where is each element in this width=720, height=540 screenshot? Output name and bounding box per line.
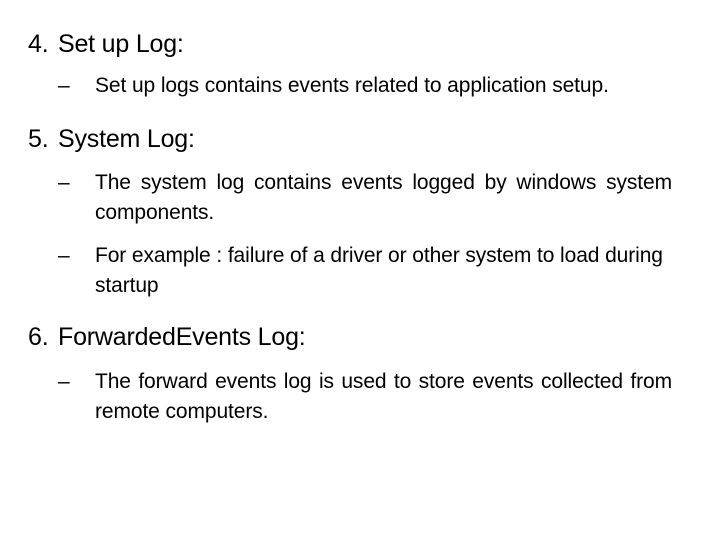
list-heading-text-6: ForwardedEvents Log: (58, 323, 306, 352)
list-number-5: 5. (28, 124, 49, 153)
sub-bullet-text-5-1: The system log contains events logged by… (95, 170, 672, 224)
sub-bullet-5-2: – For example : failure of a driver or o… (0, 241, 720, 301)
sub-bullet-5-1: – The system log contains events logged … (0, 168, 720, 228)
sub-bullet-4-1: – Set up logs contains events related to… (0, 71, 720, 101)
list-item-heading-4: 4. Set up Log: (0, 30, 720, 58)
sub-bullet-text-4-1: Set up logs contains events related to a… (95, 74, 609, 97)
dash-bullet-icon: – (58, 170, 70, 194)
list-number-6: 6. (28, 323, 49, 352)
list-heading-text-5: System Log: (58, 124, 195, 153)
dash-bullet-icon: – (58, 74, 70, 97)
sub-bullet-text-5-2: For example : failure of a driver or oth… (95, 244, 663, 298)
slide-canvas: 4. Set up Log: – Set up logs contains ev… (0, 0, 720, 540)
list-number-4: 4. (28, 30, 49, 58)
dash-bullet-icon: – (58, 244, 70, 268)
sub-bullet-6-1: – The forward events log is used to stor… (0, 367, 720, 427)
list-item-heading-5: 5. System Log: (0, 125, 720, 153)
sub-bullet-text-6-1: The forward events log is used to store … (95, 370, 672, 423)
slide-content-placeholder: 4. Set up Log: – Set up logs contains ev… (0, 0, 720, 427)
list-heading-text-4: Set up Log: (58, 30, 184, 58)
dash-bullet-icon: – (58, 370, 70, 394)
list-item-heading-6: 6. ForwardedEvents Log: (0, 323, 720, 351)
